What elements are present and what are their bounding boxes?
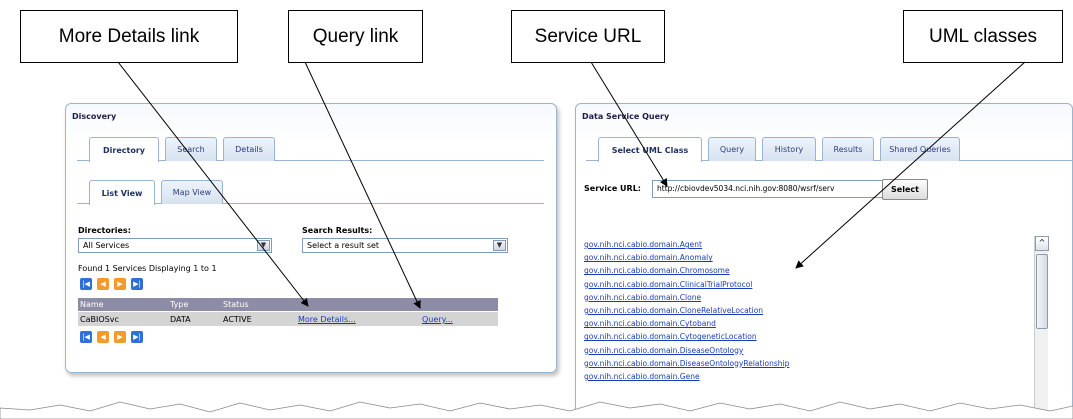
row-name: CaBIOSvc [80,315,119,324]
tab-map-view[interactable]: Map View [161,180,223,204]
list-item[interactable]: gov.nih.nci.cabio.domain.CytogeneticLoca… [584,330,914,343]
tab-list-view[interactable]: List View [89,180,155,205]
callout-more-details: More Details link [20,10,238,63]
last-page-icon[interactable]: ▶| [131,331,143,343]
services-table-header: Name Type Status [78,298,498,311]
list-item[interactable]: gov.nih.nci.cabio.domain.DiseaseOntology… [584,357,914,370]
table-row[interactable]: CaBIOSvc DATA ACTIVE More Details... Que… [78,312,498,326]
directories-label: Directories: [78,226,131,235]
found-services-text: Found 1 Services Displaying 1 to 1 [78,264,217,273]
tab-details[interactable]: Details [223,137,275,161]
select-button[interactable]: Select [882,179,928,200]
tab-search[interactable]: Search [165,137,217,161]
directories-value: All Services [83,241,130,250]
uml-class-list: gov.nih.nci.cabio.domain.Agent gov.nih.n… [584,238,914,383]
last-page-icon[interactable]: ▶| [131,278,143,290]
col-status: Status [223,300,249,309]
query-tabstrip: Select UML Class Query History Results S… [586,137,1073,162]
service-url-label: Service URL: [584,184,641,193]
first-page-icon[interactable]: |◀ [80,331,92,343]
col-name: Name [80,300,104,309]
data-service-query-title: Data Service Query [582,112,670,121]
prev-page-icon[interactable]: ◀ [97,278,109,290]
callout-uml-classes: UML classes [903,10,1063,63]
tab-select-uml-class[interactable]: Select UML Class [598,137,702,162]
directories-select[interactable]: All Services ▼ [78,238,272,253]
list-item[interactable]: gov.nih.nci.cabio.domain.DiseaseOntology [584,344,914,357]
list-item[interactable]: gov.nih.nci.cabio.domain.CloneRelativeLo… [584,304,914,317]
list-item[interactable]: gov.nih.nci.cabio.domain.Chromosome [584,264,914,277]
search-results-select[interactable]: Select a result set ▼ [302,238,508,253]
row-type: DATA [170,315,191,324]
prev-page-icon[interactable]: ◀ [97,331,109,343]
uml-list-scrollbar[interactable]: ^ [1034,236,1049,419]
scroll-thumb[interactable] [1036,254,1048,329]
next-page-icon[interactable]: ▶ [114,331,126,343]
callout-query-link: Query link [288,10,423,63]
more-details-link[interactable]: More Details... [298,315,356,324]
callout-service-url: Service URL [511,10,665,63]
tab-history[interactable]: History [762,137,816,161]
search-results-value: Select a result set [307,241,380,250]
tab-directory[interactable]: Directory [89,137,159,162]
next-page-icon[interactable]: ▶ [114,278,126,290]
list-item[interactable]: gov.nih.nci.cabio.domain.Cytoband [584,317,914,330]
chevron-down-icon[interactable]: ▼ [257,240,270,251]
first-page-icon[interactable]: |◀ [80,278,92,290]
list-item[interactable]: gov.nih.nci.cabio.domain.Clone [584,291,914,304]
list-item[interactable]: gov.nih.nci.cabio.domain.Agent [584,238,914,251]
col-type: Type [170,300,189,309]
tab-shared-queries[interactable]: Shared Queries [880,137,960,161]
list-item[interactable]: gov.nih.nci.cabio.domain.Gene [584,370,914,383]
search-results-label: Search Results: [302,226,373,235]
tab-query[interactable]: Query [708,137,756,161]
tab-results[interactable]: Results [822,137,874,161]
discovery-tabstrip: Directory Search Details [77,137,544,162]
list-item[interactable]: gov.nih.nci.cabio.domain.Anomaly [584,251,914,264]
query-link[interactable]: Query... [422,315,453,324]
list-item[interactable]: gov.nih.nci.cabio.domain.ClinicalTrialPr… [584,278,914,291]
discovery-subtabstrip: List View Map View [77,180,544,205]
row-status: ACTIVE [223,315,252,324]
scroll-up-icon[interactable]: ^ [1035,236,1049,251]
chevron-down-icon[interactable]: ▼ [493,240,506,251]
discovery-title: Discovery [72,112,117,121]
service-url-input[interactable]: http://cbiovdev5034.nci.nih.gov:8080/wsr… [652,180,888,198]
